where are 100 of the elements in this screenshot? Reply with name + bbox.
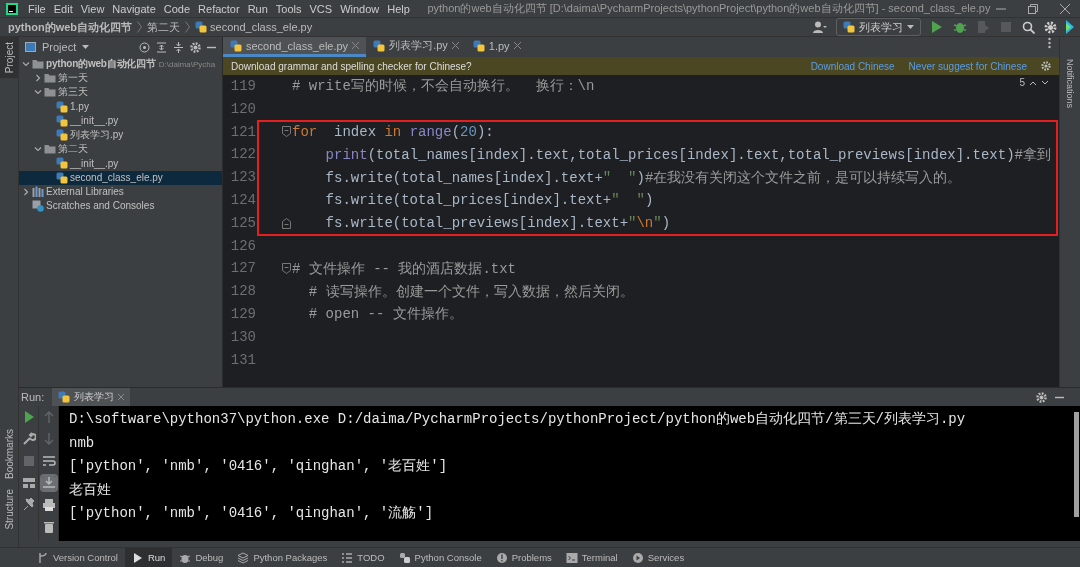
run-config-dropdown[interactable]: 列表学习 [836, 18, 921, 36]
chevron-down-icon[interactable] [34, 88, 42, 97]
console-line: nmb [69, 433, 96, 453]
settings-icon[interactable] [1041, 61, 1051, 71]
chevron-down-icon[interactable] [1041, 79, 1049, 86]
menu-item[interactable]: View [76, 2, 109, 15]
menu-item[interactable]: Run [243, 2, 272, 15]
menu-item[interactable]: Tools [271, 2, 306, 15]
menu-item[interactable]: Refactor [194, 2, 244, 15]
tree-item[interactable]: __init__.py [19, 113, 222, 128]
chevron-up-icon[interactable] [1029, 79, 1037, 86]
close-icon[interactable] [513, 42, 521, 49]
tool-window-button[interactable]: Debug [172, 548, 231, 567]
menu-item[interactable]: Code [159, 2, 195, 15]
close-icon[interactable] [451, 42, 459, 49]
caret-icon[interactable] [82, 45, 90, 49]
tool-window-button[interactable]: Run [124, 548, 173, 567]
tool-window-tab[interactable]: Notifications [1065, 59, 1075, 109]
menu-item[interactable]: Help [383, 2, 414, 15]
tool-window-button[interactable]: Problems [488, 548, 559, 567]
breadcrumb-item[interactable]: python的web自动化四节 [8, 19, 133, 35]
code-line: print(total_names[index].text,total_prices[index].text,total_previews[index].text)#拿到 [324, 145, 1051, 164]
tree-item[interactable]: __init__.py [19, 156, 222, 171]
scrollbar-thumb[interactable] [1074, 412, 1079, 517]
terminal-icon [565, 551, 578, 564]
fold-icon[interactable] [281, 217, 291, 229]
hide-icon[interactable] [207, 45, 216, 49]
tree-item[interactable]: second_class_ele.py [19, 170, 222, 185]
scroll-end-icon[interactable] [41, 476, 56, 490]
app-logo-icon [6, 2, 18, 15]
tool-window-button[interactable]: Version Control [30, 548, 125, 567]
tool-window-button[interactable]: Python Packages [230, 548, 335, 567]
chevron-down-icon[interactable] [34, 145, 42, 154]
notification-link[interactable]: Download Chinese [810, 60, 895, 72]
editor-tab[interactable]: 1.py [465, 37, 528, 57]
tree-item[interactable]: 列表学习.py [19, 127, 222, 143]
tree-item[interactable]: 第二天 [19, 142, 222, 157]
run-label: Run: [21, 391, 45, 403]
tree-item[interactable]: python的web自动化四节 D:\daima\Pycha [19, 57, 222, 72]
fold-icon[interactable] [281, 126, 291, 138]
print-icon[interactable] [41, 498, 56, 512]
chevron-right-icon[interactable] [22, 187, 30, 196]
soft-wrap-icon[interactable] [41, 454, 56, 468]
tree-item[interactable]: Scratches and Consoles [19, 198, 222, 214]
editor-tab[interactable]: 列表学习.py [366, 37, 466, 57]
breadcrumb-item[interactable]: second_class_ele.py [210, 21, 313, 33]
bug-icon[interactable] [953, 20, 967, 34]
run-icon[interactable] [930, 20, 944, 34]
layout-icon[interactable] [21, 476, 36, 490]
menu-item[interactable]: VCS [305, 2, 337, 15]
panel-title[interactable]: Project [42, 41, 77, 53]
tool-window-button[interactable]: Services [624, 548, 692, 567]
problem-count[interactable]: 5 [1019, 77, 1025, 88]
pin-icon[interactable] [21, 498, 36, 512]
menu-item[interactable]: Navigate [108, 2, 160, 15]
library-icon [32, 186, 44, 198]
tool-window-button[interactable]: Terminal [558, 548, 625, 567]
fold-icon[interactable] [281, 263, 291, 275]
editor-tab[interactable]: second_class_ele.py [223, 37, 367, 57]
tree-label: 第三天 [58, 85, 88, 100]
hide-icon[interactable] [1055, 395, 1064, 399]
settings-icon[interactable] [1036, 391, 1047, 403]
tool-window-tab[interactable]: Bookmarks [0, 424, 18, 485]
notification-link[interactable]: Never suggest for Chinese [908, 60, 1027, 72]
tool-window-button[interactable]: Python Console [391, 548, 489, 567]
search-icon[interactable] [1022, 20, 1035, 34]
trash-icon[interactable] [41, 520, 56, 534]
tool-window-button[interactable]: TODO [334, 548, 392, 567]
close-icon[interactable] [1060, 3, 1070, 14]
python-file-icon [56, 157, 68, 170]
python-file-icon [373, 39, 386, 52]
menu-item[interactable]: File [24, 2, 50, 15]
user-icon[interactable] [813, 21, 827, 33]
tool-window-tab[interactable]: Project [0, 37, 18, 79]
tree-item[interactable]: External Libraries [19, 184, 222, 199]
more-icon[interactable] [1048, 37, 1051, 49]
wrench-icon[interactable] [21, 432, 36, 446]
chevron-down-icon[interactable] [22, 60, 30, 69]
line-number: 121 [229, 122, 257, 142]
breadcrumb-chevron-icon [137, 21, 143, 33]
breadcrumb-item[interactable]: 第二天 [147, 19, 181, 35]
locate-icon[interactable] [139, 41, 150, 53]
expand-all-icon[interactable] [156, 41, 167, 53]
folder-icon [44, 73, 56, 84]
tree-item[interactable]: 第三天 [19, 85, 222, 100]
toolbox-icon[interactable] [1066, 20, 1074, 34]
python-file-icon [843, 21, 855, 33]
tool-window-tab[interactable]: Structure [0, 484, 18, 535]
tree-item[interactable]: 第一天 [19, 71, 222, 86]
python-file-icon [58, 391, 71, 403]
menu-item[interactable]: Edit [49, 2, 77, 15]
settings-icon[interactable] [190, 41, 201, 53]
restore-icon[interactable] [1028, 3, 1038, 14]
menu-item[interactable]: Window [336, 2, 384, 15]
run-tab[interactable]: 列表学习 [52, 388, 131, 406]
tree-item[interactable]: 1.py [19, 99, 222, 114]
settings-icon[interactable] [1044, 20, 1057, 34]
chevron-right-icon[interactable] [34, 74, 42, 83]
code-line: # 读写操作。创建一个文件，写入数据，然后关闭。 [307, 282, 634, 301]
collapse-all-icon[interactable] [173, 41, 184, 53]
